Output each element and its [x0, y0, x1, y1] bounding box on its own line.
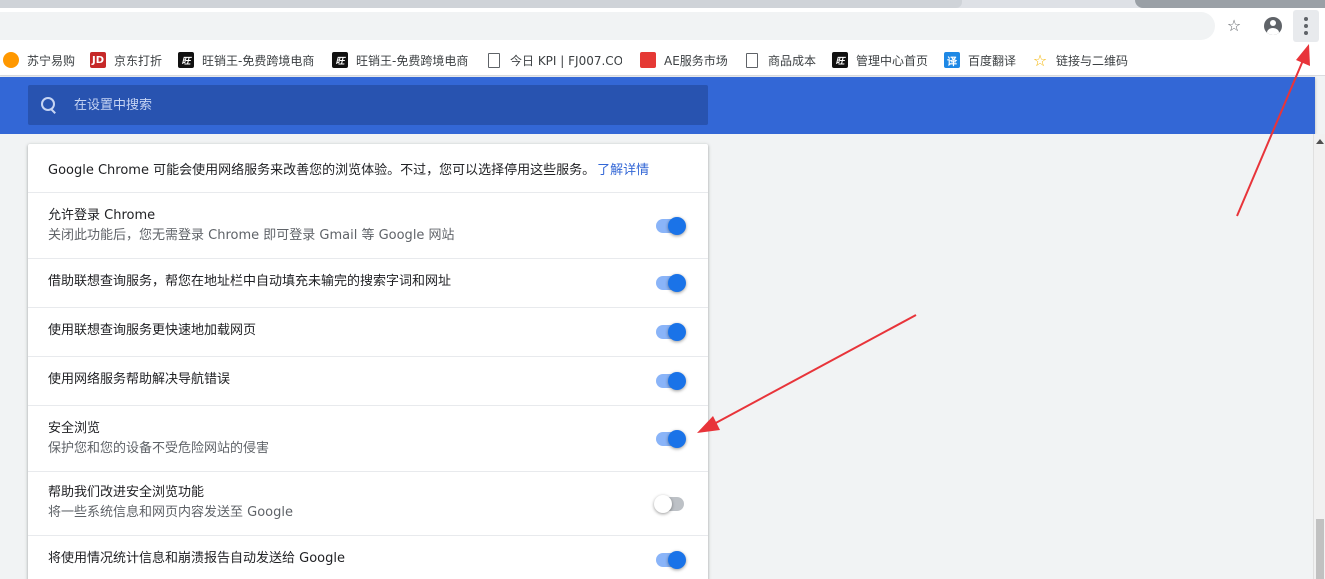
tab-strip [0, 0, 1325, 8]
setting-row-safe-browsing[interactable]: 安全浏览 保护您和您的设备不受危险网站的侵害 [28, 405, 708, 471]
setting-label: 将使用情况统计信息和崩溃报告自动发送给 Google [48, 551, 345, 566]
bookmark-label: 今日 KPI | FJ007.COM [510, 53, 622, 68]
star-icon[interactable]: ☆ [1224, 16, 1244, 36]
bookmark-label: 管理中心首页 [856, 53, 929, 68]
inactive-tab[interactable] [0, 0, 962, 8]
setting-label: 借助联想查询服务，帮您在地址栏中自动填充未输完的搜索字词和网址 [48, 274, 452, 289]
setting-label: 安全浏览 [48, 421, 101, 436]
setting-row-allow-signin[interactable]: 允许登录 Chrome 关闭此功能后，您无需登录 Chrome 即可登录 Gma… [28, 192, 708, 258]
preload-toggle[interactable] [654, 322, 688, 342]
allow-signin-toggle[interactable] [654, 216, 688, 236]
wangxiao-icon: 旺 [832, 52, 848, 68]
chevron-right-icon: › [1303, 52, 1309, 68]
bookmark-label: 链接与二维码 [1056, 53, 1129, 68]
suning-icon [3, 52, 19, 68]
setting-label: 帮助我们改进安全浏览功能 [48, 485, 205, 500]
bookmark-item[interactable]: ☆ 链接与二维码 [1032, 50, 1132, 70]
usage-stats-toggle[interactable] [654, 550, 688, 570]
settings-header [0, 77, 1315, 134]
setting-description: 将一些系统信息和网页内容发送至 Google [48, 505, 293, 520]
bookmark-item[interactable]: 旺 旺销王-免费跨境电商 [332, 50, 468, 70]
translate-icon: 译 [944, 52, 960, 68]
bookmark-label: 商品成本 [768, 53, 817, 68]
bookmark-label: 旺销王-免费跨境电商 [202, 53, 314, 68]
navigation-errors-toggle[interactable] [654, 371, 688, 391]
ae-market-icon [640, 52, 656, 68]
browser-toolbar: ☆ [0, 8, 1325, 43]
bookmark-label: 苏宁易购 [27, 53, 76, 68]
jd-icon: JD [90, 52, 106, 68]
improve-safe-browsing-toggle[interactable] [654, 494, 688, 514]
services-card: Google Chrome 可能会使用网络服务来改善您的浏览体验。不过，您可以选… [28, 144, 708, 579]
star-icon: ☆ [1032, 50, 1048, 70]
setting-row-autocomplete[interactable]: 借助联想查询服务，帮您在地址栏中自动填充未输完的搜索字词和网址 [28, 258, 708, 307]
page-scrollbar[interactable] [1313, 134, 1325, 579]
bookmark-item[interactable]: JD 京东打折 [90, 50, 170, 70]
setting-row-usage-stats[interactable]: 将使用情况统计信息和崩溃报告自动发送给 Google [28, 535, 708, 579]
setting-label: 允许登录 Chrome [48, 208, 156, 223]
bookmark-item[interactable]: 商品成本 [746, 50, 822, 70]
file-icon [488, 52, 500, 68]
scroll-thumb[interactable] [1316, 519, 1324, 579]
address-bar[interactable] [0, 12, 1215, 40]
setting-row-preload[interactable]: 使用联想查询服务更快速地加载网页 [28, 307, 708, 356]
setting-row-improve-safe-browsing[interactable]: 帮助我们改进安全浏览功能 将一些系统信息和网页内容发送至 Google [28, 471, 708, 535]
wangxiao-icon: 旺 [178, 52, 194, 68]
bookmark-item[interactable]: 苏宁易购 [3, 50, 83, 70]
search-icon [41, 97, 57, 113]
autocomplete-toggle[interactable] [654, 273, 688, 293]
settings-content: Google Chrome 可能会使用网络服务来改善您的浏览体验。不过，您可以选… [0, 134, 1313, 579]
setting-label: 使用网络服务帮助解决导航错误 [48, 372, 231, 387]
file-icon [746, 52, 758, 68]
setting-row-navigation-errors[interactable]: 使用网络服务帮助解决导航错误 [28, 356, 708, 405]
bookmark-item[interactable]: 译 百度翻译 [944, 50, 1024, 70]
bookmark-item[interactable]: 旺 管理中心首页 [832, 50, 932, 70]
setting-description: 关闭此功能后，您无需登录 Chrome 即可登录 Gmail 等 Google … [48, 228, 455, 243]
active-tab[interactable] [1135, 0, 1325, 8]
bookmark-label: 百度翻译 [968, 53, 1017, 68]
learn-more-link[interactable]: 了解详情 [597, 159, 649, 178]
bookmarks-bar: 苏宁易购 JD 京东打折 旺 旺销王-免费跨境电商 旺 旺销王-免费跨境电商 今… [0, 43, 1325, 76]
safe-browsing-toggle[interactable] [654, 429, 688, 449]
bookmark-item[interactable]: AE服务市场 [640, 50, 740, 70]
menu-icon[interactable] [1293, 10, 1319, 42]
setting-description: 保护您和您的设备不受危险网站的侵害 [48, 441, 270, 456]
bookmark-label: AE服务市场 [664, 53, 728, 68]
scroll-up-arrow-icon[interactable] [1316, 139, 1324, 144]
intro-text: Google Chrome 可能会使用网络服务来改善您的浏览体验。不过，您可以选… [48, 162, 596, 178]
bookmark-item[interactable]: 今日 KPI | FJ007.COM [488, 50, 622, 70]
bookmark-item[interactable]: 旺 旺销王-免费跨境电商 [178, 50, 314, 70]
bookmarks-overflow-button[interactable]: › [1303, 50, 1317, 70]
bookmark-label: 京东打折 [114, 53, 163, 68]
services-intro: Google Chrome 可能会使用网络服务来改善您的浏览体验。不过，您可以选… [28, 144, 708, 192]
search-input[interactable] [74, 97, 674, 113]
wangxiao-icon: 旺 [332, 52, 348, 68]
settings-search[interactable] [28, 85, 708, 125]
bookmark-label: 旺销王-免费跨境电商 [356, 53, 468, 68]
account-icon[interactable] [1263, 16, 1283, 36]
setting-label: 使用联想查询服务更快速地加载网页 [48, 323, 257, 338]
